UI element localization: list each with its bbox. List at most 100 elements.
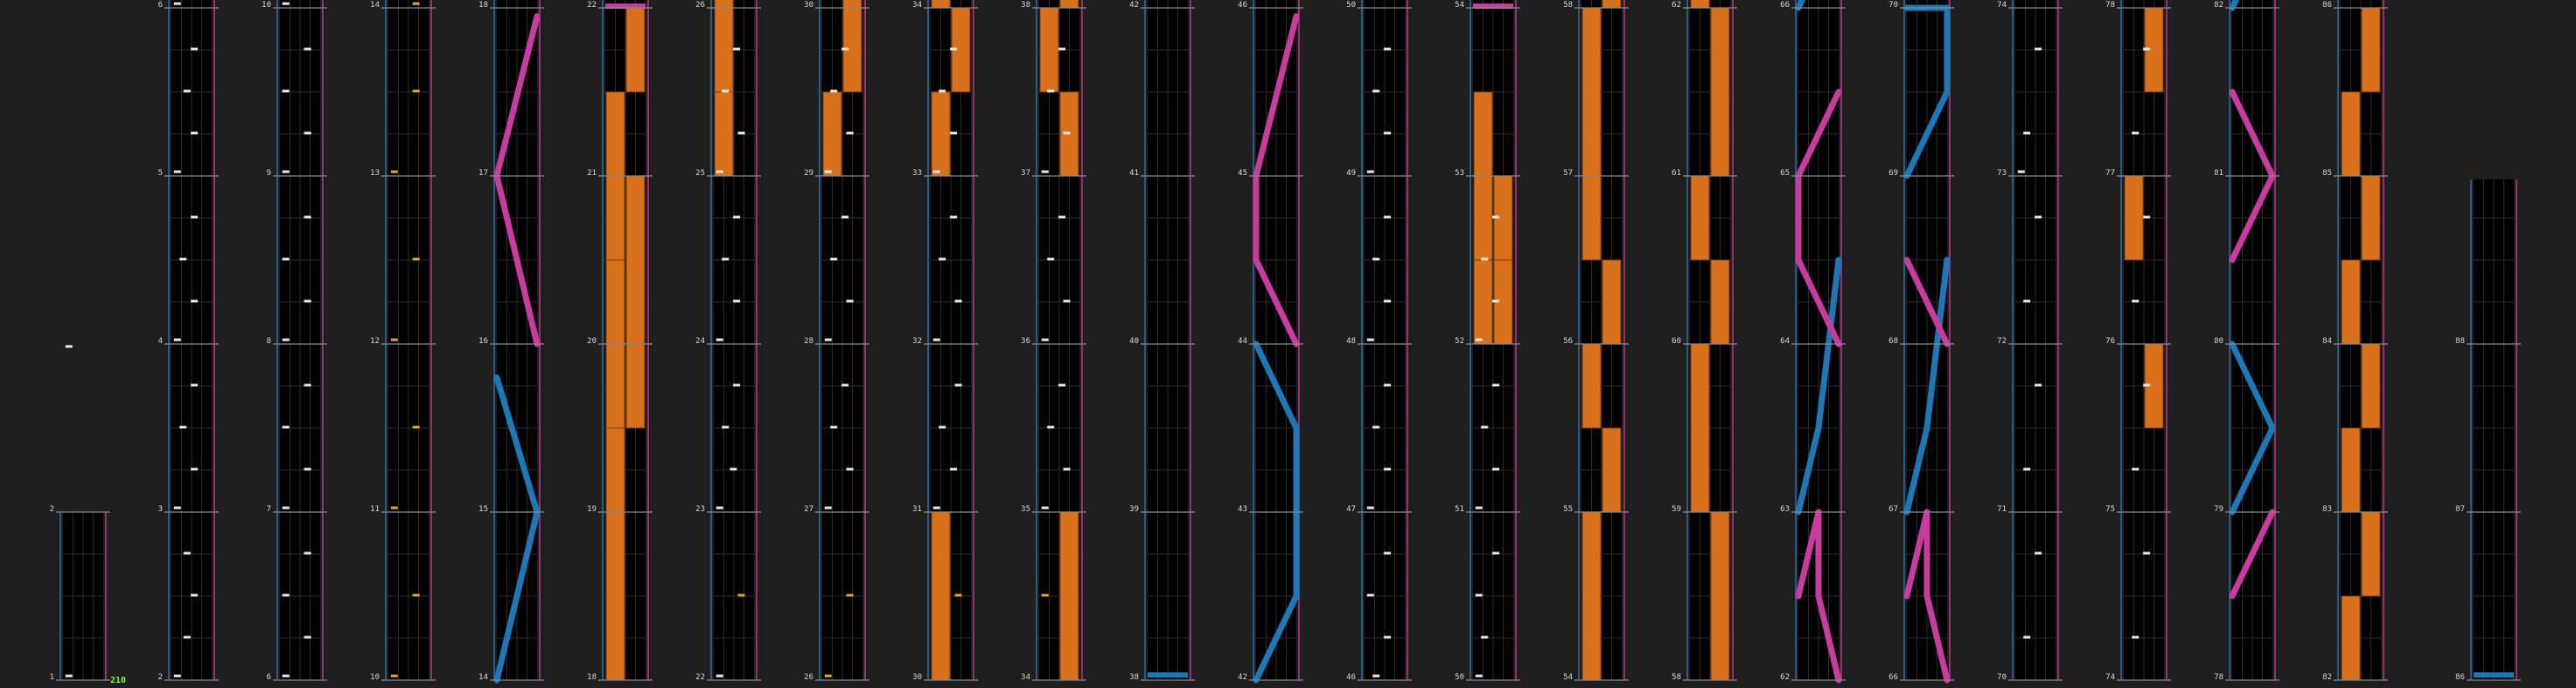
tap-note[interactable] [2143, 47, 2151, 51]
tap-note[interactable] [183, 89, 191, 93]
hold-note[interactable] [842, 0, 862, 9]
hold-note[interactable] [605, 175, 625, 261]
tap-note[interactable] [1366, 170, 1374, 173]
tap-note[interactable] [282, 257, 290, 261]
tap-note[interactable] [1063, 467, 1071, 471]
tap-note[interactable] [1481, 257, 1489, 261]
tap-note[interactable] [412, 425, 420, 429]
tap-note[interactable] [1058, 215, 1066, 219]
tap-note[interactable] [1492, 551, 1500, 555]
tap-note[interactable] [716, 674, 723, 677]
tap-note[interactable] [282, 593, 290, 597]
tap-note[interactable] [390, 506, 398, 509]
tap-note[interactable] [412, 2, 420, 5]
tap-note[interactable] [304, 47, 311, 51]
tap-note[interactable] [191, 215, 199, 219]
tap-note[interactable] [737, 131, 745, 135]
tap-note[interactable] [939, 89, 946, 93]
tap-note[interactable] [2023, 635, 2031, 639]
hold-note[interactable] [1710, 511, 1730, 681]
tap-note[interactable] [304, 551, 311, 555]
tap-note[interactable] [1366, 506, 1374, 509]
hold-note[interactable] [1602, 259, 1622, 345]
tap-note[interactable] [2035, 551, 2042, 555]
tap-note[interactable] [2143, 383, 2151, 387]
tap-note[interactable] [2143, 215, 2151, 219]
tap-note[interactable] [733, 47, 741, 51]
tap-note[interactable] [1475, 593, 1483, 597]
tap-note[interactable] [954, 383, 962, 387]
hold-note[interactable] [1710, 7, 1730, 177]
tap-note[interactable] [824, 674, 832, 677]
tap-note[interactable] [1384, 635, 1392, 639]
hold-note[interactable] [1059, 0, 1079, 9]
hold-note[interactable] [1473, 175, 1493, 261]
tap-note[interactable] [282, 170, 290, 173]
tap-note[interactable] [841, 47, 849, 51]
hold-note[interactable] [605, 91, 625, 177]
tap-note[interactable] [737, 593, 745, 597]
hold-note[interactable] [2341, 595, 2361, 681]
tap-note[interactable] [2035, 47, 2042, 51]
tap-note[interactable] [179, 257, 187, 261]
tap-note[interactable] [282, 338, 290, 341]
tap-note[interactable] [830, 425, 838, 429]
tap-note[interactable] [1058, 383, 1066, 387]
tap-note[interactable] [191, 383, 199, 387]
tap-note[interactable] [1475, 338, 1483, 341]
tap-note[interactable] [2132, 299, 2140, 303]
hold-note[interactable] [625, 175, 646, 345]
tap-note[interactable] [173, 506, 181, 509]
tap-note[interactable] [830, 257, 838, 261]
tap-note[interactable] [1384, 551, 1392, 555]
tap-note[interactable] [173, 338, 181, 341]
hold-note[interactable] [714, 7, 734, 93]
tap-note[interactable] [2132, 635, 2140, 639]
hold-note[interactable] [1473, 259, 1493, 345]
tap-note[interactable] [1372, 674, 1380, 677]
tap-note[interactable] [954, 299, 962, 303]
hold-note[interactable] [822, 91, 842, 177]
tap-note[interactable] [412, 593, 420, 597]
tap-note[interactable] [179, 425, 187, 429]
tap-note[interactable] [733, 215, 741, 219]
tap-note[interactable] [1384, 131, 1392, 135]
hold-note[interactable] [2361, 343, 2381, 429]
tap-note[interactable] [824, 338, 832, 341]
tap-note[interactable] [716, 338, 723, 341]
laser-slam[interactable] [2474, 672, 2514, 678]
tap-note[interactable] [390, 674, 398, 677]
hold-note[interactable] [1581, 7, 1602, 177]
tap-note[interactable] [1384, 299, 1392, 303]
tap-note[interactable] [950, 467, 958, 471]
tap-note[interactable] [733, 299, 741, 303]
hold-note[interactable] [1690, 175, 1710, 261]
tap-note[interactable] [716, 170, 723, 173]
tap-note[interactable] [733, 383, 741, 387]
tap-note[interactable] [722, 89, 730, 93]
tap-note[interactable] [824, 506, 832, 509]
tap-note[interactable] [1063, 299, 1071, 303]
hold-note[interactable] [1059, 511, 1079, 681]
tap-note[interactable] [191, 593, 199, 597]
hold-note[interactable] [931, 0, 951, 9]
tap-note[interactable] [1041, 506, 1049, 509]
tap-note[interactable] [65, 674, 73, 677]
tap-note[interactable] [2017, 170, 2025, 173]
hold-note[interactable] [931, 511, 951, 681]
tap-note[interactable] [2023, 299, 2031, 303]
hold-note[interactable] [1710, 259, 1730, 345]
tap-note[interactable] [1047, 257, 1055, 261]
tap-note[interactable] [722, 425, 730, 429]
tap-note[interactable] [304, 635, 311, 639]
tap-note[interactable] [1384, 215, 1392, 219]
tap-note[interactable] [1041, 338, 1049, 341]
tap-note[interactable] [950, 131, 958, 135]
tap-note[interactable] [1492, 299, 1500, 303]
tap-note[interactable] [841, 215, 849, 219]
tap-note[interactable] [1475, 506, 1483, 509]
tap-note[interactable] [1366, 338, 1374, 341]
tap-note[interactable] [950, 47, 958, 51]
tap-note[interactable] [939, 425, 946, 429]
tap-note[interactable] [1475, 674, 1483, 677]
